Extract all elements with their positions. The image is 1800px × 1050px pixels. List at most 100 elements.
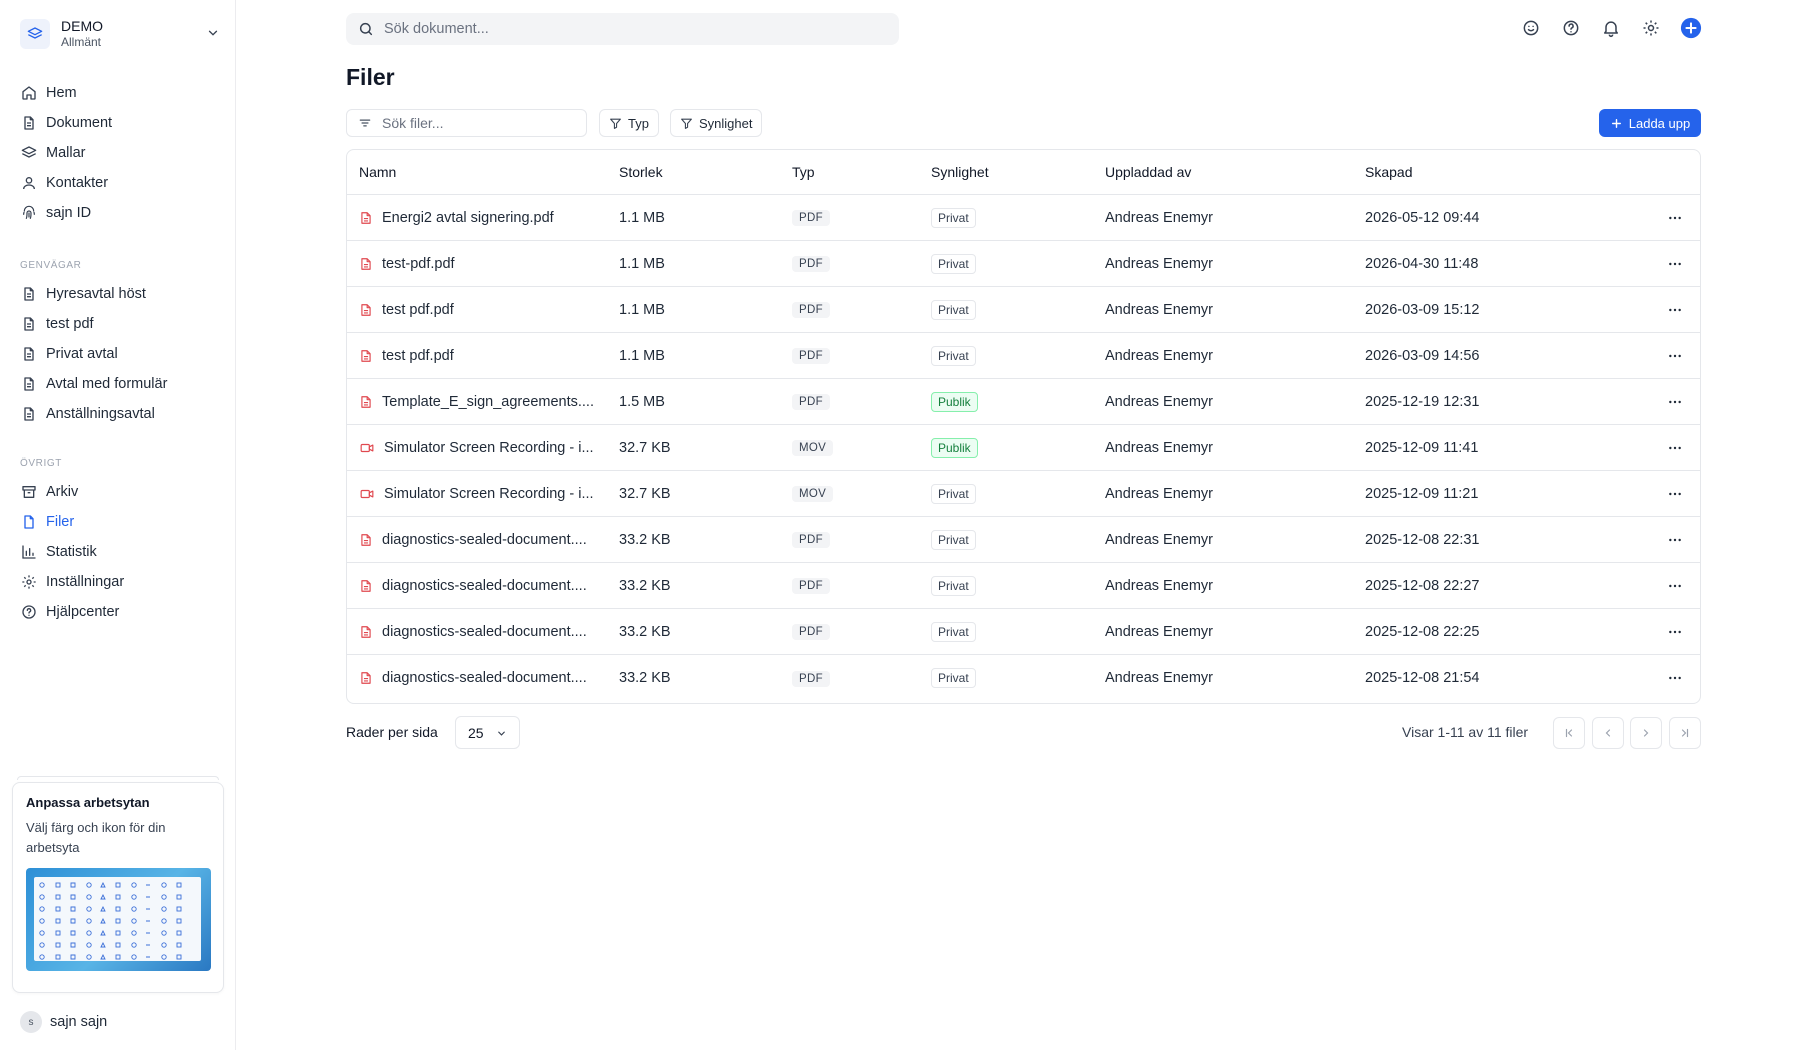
nav-label: Inställningar xyxy=(46,574,125,590)
visibility-cell: Privat xyxy=(931,483,976,504)
rows-per-page-select[interactable]: 25 xyxy=(455,716,520,749)
pdf-file-icon xyxy=(359,624,373,640)
workspace-switcher[interactable]: DEMO Allmänt xyxy=(20,17,220,51)
type-filter-button[interactable]: Typ xyxy=(599,109,659,137)
document-search[interactable] xyxy=(346,13,899,45)
more-actions-icon[interactable] xyxy=(1667,486,1683,502)
first-page-button[interactable] xyxy=(1553,717,1585,749)
file-name-cell[interactable]: diagnostics-sealed-document.... xyxy=(359,624,587,640)
shortcut-item[interactable]: Privat avtal xyxy=(12,339,224,369)
more-actions-icon[interactable] xyxy=(1667,210,1683,226)
column-header-visibility[interactable]: Synlighet xyxy=(931,164,989,180)
table-row[interactable]: Energi2 avtal signering.pdf 1.1 MB PDF Priv… xyxy=(347,195,1700,241)
smiley-icon[interactable] xyxy=(1521,18,1541,38)
previous-page-button[interactable] xyxy=(1592,717,1624,749)
uploaded-by: Andreas Enemyr xyxy=(1105,301,1213,318)
file-name-cell[interactable]: Simulator Screen Recording - i... xyxy=(359,440,594,456)
document-icon xyxy=(24,347,34,361)
visibility-filter-button[interactable]: Synlighet xyxy=(670,109,763,137)
nav-item-statistics[interactable]: Statistik xyxy=(12,537,224,567)
nav-item-archive[interactable]: Arkiv xyxy=(12,477,224,507)
nav-item-templates[interactable]: Mallar xyxy=(12,138,224,168)
file-name: test pdf.pdf xyxy=(382,301,454,318)
file-name-cell[interactable]: diagnostics-sealed-document.... xyxy=(359,578,587,594)
more-actions-icon[interactable] xyxy=(1667,440,1683,456)
more-actions-icon[interactable] xyxy=(1667,578,1683,594)
more-actions-icon[interactable] xyxy=(1667,302,1683,318)
file-name-cell[interactable]: Simulator Screen Recording - i... xyxy=(359,486,594,502)
file-name-cell[interactable]: Template_E_sign_agreements.... xyxy=(359,394,594,410)
table-row[interactable]: test pdf.pdf 1.1 MB PDF Privat Andreas Enemy… xyxy=(347,333,1700,379)
shortcut-item[interactable]: test pdf xyxy=(12,309,224,339)
nav-item-documents[interactable]: Dokument xyxy=(12,108,224,138)
visibility-badge: Privat xyxy=(931,483,976,504)
more-actions-icon[interactable] xyxy=(1667,394,1683,410)
last-page-button[interactable] xyxy=(1669,717,1701,749)
table-row[interactable]: Simulator Screen Recording - i... 32.7 KB… xyxy=(347,471,1700,517)
plus-circle-icon[interactable] xyxy=(1680,17,1702,39)
table-row[interactable]: Simulator Screen Recording - i... 32.7 KB… xyxy=(347,425,1700,471)
rows-per-page-label: Rader per sida xyxy=(346,724,438,740)
column-header-type[interactable]: Typ xyxy=(792,164,815,180)
file-type-cell: MOV xyxy=(792,439,834,456)
file-type-badge: PDF xyxy=(792,348,830,364)
upload-button[interactable]: Ladda upp xyxy=(1599,109,1701,137)
visibility-badge: Privat xyxy=(931,668,976,688)
file-name: test pdf.pdf xyxy=(382,347,454,364)
table-row[interactable]: test-pdf.pdf 1.1 MB PDF Privat Andreas Enemy… xyxy=(347,241,1700,287)
help-icon[interactable] xyxy=(1561,18,1581,38)
pdf-file-icon xyxy=(359,394,373,410)
user-menu[interactable]: s sajn sajn xyxy=(20,1011,107,1033)
file-name: diagnostics-sealed-document.... xyxy=(382,531,587,548)
table-row[interactable]: Template_E_sign_agreements.... 1.5 MB PDF P… xyxy=(347,379,1700,425)
created-date: 2026-05-12 09:44 xyxy=(1365,209,1480,226)
uploaded-by: Andreas Enemyr xyxy=(1105,255,1213,272)
nav-item-settings[interactable]: Inställningar xyxy=(12,567,224,597)
shortcut-item[interactable]: Avtal med formulär xyxy=(12,369,224,399)
shortcut-item[interactable]: Hyresavtal höst xyxy=(12,279,224,309)
table-row[interactable]: diagnostics-sealed-document.... 33.2 KB PD… xyxy=(347,609,1700,655)
visibility-badge: Publik xyxy=(931,391,978,412)
user-name: sajn sajn xyxy=(50,1014,108,1030)
document-search-input[interactable] xyxy=(384,21,864,37)
file-name-cell[interactable]: diagnostics-sealed-document.... xyxy=(359,670,587,686)
gear-icon[interactable] xyxy=(1641,18,1661,38)
created-date: 2025-12-08 21:54 xyxy=(1365,670,1480,686)
more-actions-icon[interactable] xyxy=(1667,348,1683,364)
nav-item-help[interactable]: Hjälpcenter xyxy=(12,597,224,627)
nav-item-home[interactable]: Hem xyxy=(12,78,224,108)
file-size: 1.1 MB xyxy=(619,347,665,364)
bell-icon[interactable] xyxy=(1601,18,1621,38)
table-row[interactable]: diagnostics-sealed-document.... 33.2 KB PD… xyxy=(347,517,1700,563)
file-name-cell[interactable]: test pdf.pdf xyxy=(359,348,454,364)
file-name-cell[interactable]: Energi2 avtal signering.pdf xyxy=(359,210,554,226)
next-page-button[interactable] xyxy=(1630,717,1662,749)
column-header-created[interactable]: Skapad xyxy=(1365,164,1412,180)
table-row[interactable]: test pdf.pdf 1.1 MB PDF Privat Andreas Enemy… xyxy=(347,287,1700,333)
shortcut-label: test pdf xyxy=(46,316,94,332)
table-row[interactable]: diagnostics-sealed-document.... 33.2 KB PD… xyxy=(347,655,1700,701)
file-name-cell[interactable]: diagnostics-sealed-document.... xyxy=(359,532,587,548)
nav-item-sajn-id[interactable]: sajn ID xyxy=(12,198,224,228)
file-filter[interactable] xyxy=(346,109,587,137)
table-row[interactable]: diagnostics-sealed-document.... 33.2 KB PD… xyxy=(347,563,1700,609)
column-header-size[interactable]: Storlek xyxy=(619,164,663,180)
nav-item-files[interactable]: Filer xyxy=(12,507,224,537)
column-header-name[interactable]: Namn xyxy=(359,164,396,180)
file-size: 33.2 KB xyxy=(619,577,671,594)
created-date: 2025-12-19 12:31 xyxy=(1365,393,1480,410)
more-actions-icon[interactable] xyxy=(1667,624,1683,640)
file-name-cell[interactable]: test pdf.pdf xyxy=(359,302,454,318)
customize-workspace-card[interactable]: Anpassa arbetsytan Välj färg och ikon fö… xyxy=(12,782,224,993)
file-type-badge: MOV xyxy=(792,440,834,456)
visibility-cell: Privat xyxy=(931,621,976,642)
column-header-uploaded-by[interactable]: Uppladdad av xyxy=(1105,164,1191,180)
more-actions-icon[interactable] xyxy=(1667,670,1683,686)
nav-item-contacts[interactable]: Kontakter xyxy=(12,168,224,198)
file-filter-input[interactable] xyxy=(382,115,582,131)
more-actions-icon[interactable] xyxy=(1667,532,1683,548)
more-actions-icon[interactable] xyxy=(1667,256,1683,272)
shortcut-item[interactable]: Anställningsavtal xyxy=(12,399,224,429)
file-name-cell[interactable]: test-pdf.pdf xyxy=(359,256,455,272)
file-size: 32.7 KB xyxy=(619,485,671,502)
